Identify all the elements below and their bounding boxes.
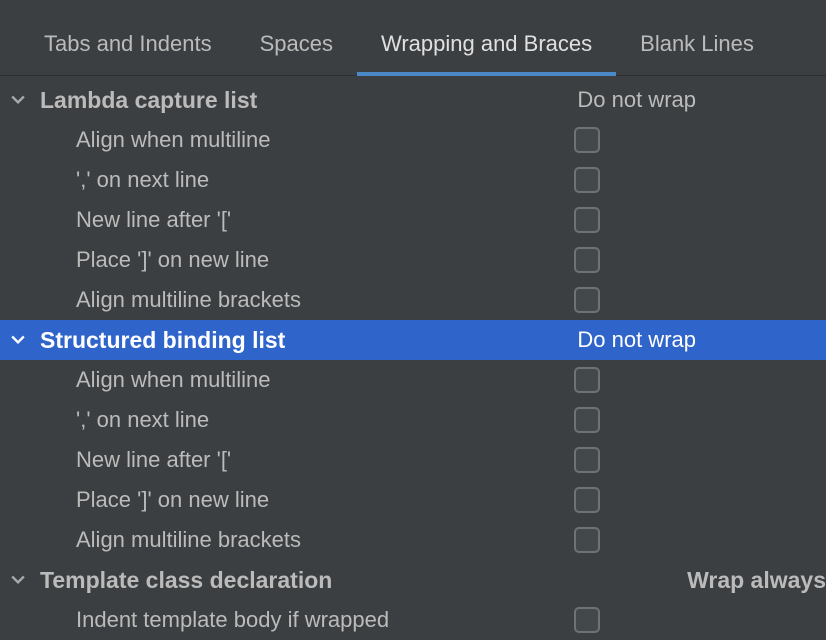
checkbox[interactable]	[574, 287, 600, 313]
checkbox[interactable]	[574, 487, 600, 513]
option-align-multiline-brackets[interactable]: Align multiline brackets	[0, 280, 826, 320]
checkbox[interactable]	[574, 607, 600, 633]
group-template-class-declaration[interactable]: Template class declaration Wrap always	[0, 560, 826, 600]
group-title: Structured binding list	[32, 327, 285, 354]
option-align-when-multiline[interactable]: Align when multiline	[0, 120, 826, 160]
tab-blank-lines[interactable]: Blank Lines	[616, 31, 778, 75]
option-label: New line after '['	[76, 207, 574, 233]
group-lambda-capture-list[interactable]: Lambda capture list Do not wrap	[0, 80, 826, 120]
tab-bar: Tabs and Indents Spaces Wrapping and Bra…	[0, 0, 826, 76]
option-label: ',' on next line	[76, 407, 574, 433]
option-place-close-bracket-new-line[interactable]: Place ']' on new line	[0, 480, 826, 520]
option-label: Align when multiline	[76, 127, 574, 153]
checkbox[interactable]	[574, 167, 600, 193]
chevron-down-icon	[4, 333, 32, 347]
wrap-mode-dropdown[interactable]: Do not wrap	[577, 87, 826, 113]
option-label: Place ']' on new line	[76, 487, 574, 513]
group-title: Template class declaration	[32, 567, 332, 594]
option-align-when-multiline[interactable]: Align when multiline	[0, 360, 826, 400]
checkbox[interactable]	[574, 247, 600, 273]
tab-wrapping-and-braces[interactable]: Wrapping and Braces	[357, 31, 616, 75]
checkbox[interactable]	[574, 207, 600, 233]
option-new-line-after-bracket[interactable]: New line after '['	[0, 440, 826, 480]
checkbox[interactable]	[574, 407, 600, 433]
option-label: Align multiline brackets	[76, 527, 574, 553]
option-indent-template-body[interactable]: Indent template body if wrapped	[0, 600, 826, 640]
option-place-close-bracket-new-line[interactable]: Place ']' on new line	[0, 240, 826, 280]
checkbox[interactable]	[574, 527, 600, 553]
group-title: Lambda capture list	[32, 87, 257, 114]
option-new-line-after-bracket[interactable]: New line after '['	[0, 200, 826, 240]
tab-spaces[interactable]: Spaces	[236, 31, 357, 75]
option-comma-on-next-line[interactable]: ',' on next line	[0, 160, 826, 200]
option-label: New line after '['	[76, 447, 574, 473]
option-label: Indent template body if wrapped	[76, 607, 574, 633]
checkbox[interactable]	[574, 127, 600, 153]
settings-tree: Lambda capture list Do not wrap Align wh…	[0, 76, 826, 640]
checkbox[interactable]	[574, 367, 600, 393]
wrap-mode-dropdown[interactable]: Wrap always	[687, 567, 826, 594]
option-align-multiline-brackets[interactable]: Align multiline brackets	[0, 520, 826, 560]
wrap-mode-dropdown[interactable]: Do not wrap	[577, 327, 826, 353]
option-label: Align multiline brackets	[76, 287, 574, 313]
tab-tabs-and-indents[interactable]: Tabs and Indents	[20, 31, 236, 75]
option-comma-on-next-line[interactable]: ',' on next line	[0, 400, 826, 440]
option-label: ',' on next line	[76, 167, 574, 193]
checkbox[interactable]	[574, 447, 600, 473]
option-label: Place ']' on new line	[76, 247, 574, 273]
group-structured-binding-list[interactable]: Structured binding list Do not wrap	[0, 320, 826, 360]
chevron-down-icon	[4, 93, 32, 107]
chevron-down-icon	[4, 573, 32, 587]
option-label: Align when multiline	[76, 367, 574, 393]
